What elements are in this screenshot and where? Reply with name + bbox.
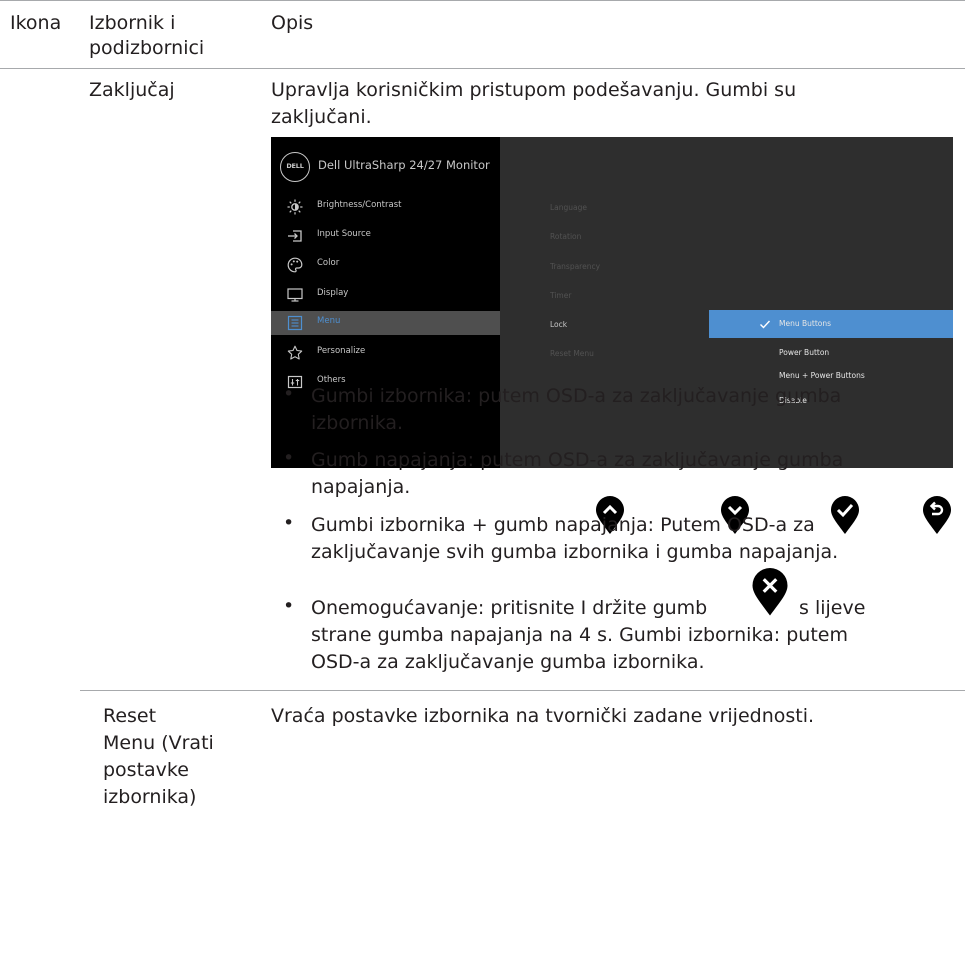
osd-item-personalize[interactable]: Personalize [271, 341, 500, 365]
osd-option-label: Menu + Power Buttons [779, 371, 865, 380]
row-reset-menu-line2: Menu (Vrati [103, 732, 214, 754]
row-rule [80, 690, 965, 691]
osd-item-display[interactable]: Display [271, 283, 500, 307]
header-rule [0, 68, 965, 69]
osd-title: Dell UltraSharp 24/27 Monitor [318, 158, 490, 172]
osd-item-color[interactable]: Color [271, 253, 500, 277]
bullet-menu-buttons-line2: izbornika. [311, 412, 404, 434]
bullet-menu-power-line1: Gumbi izbornika + gumb napajanja: Putem … [311, 514, 815, 536]
osd-item-input-source[interactable]: Input Source [271, 224, 500, 248]
top-rule [0, 0, 965, 1]
row-lock-desc-line1: Upravlja korisničkim pristupom podešavan… [271, 79, 797, 101]
osd-sub-lock[interactable]: Lock [550, 320, 567, 329]
osd-option-menu-buttons[interactable]: Menu Buttons [709, 310, 953, 338]
back-icon [923, 496, 951, 534]
osd-item-label: Brightness/Contrast [317, 200, 402, 210]
osd-item-label: Input Source [317, 229, 371, 239]
check-icon [831, 496, 859, 534]
bullet-disable-line1-post: s lijeve [799, 597, 866, 619]
row-lock-menu: Zaključaj [89, 79, 175, 101]
bullet-dot: • [283, 595, 295, 617]
osd-item-label: Personalize [317, 346, 366, 356]
row-reset-menu-line3: postavke [103, 759, 189, 781]
bullet-power-button-line1: Gumb napajanja: putem OSD-a za zaključav… [311, 449, 844, 471]
osd-sub-transparency[interactable]: Transparency [550, 262, 600, 271]
osd-item-menu[interactable]: Menu [271, 311, 500, 335]
bullet-power-button-line2: napajanja. [311, 476, 411, 498]
row-reset-menu-line1: Reset [103, 705, 157, 727]
input-source-icon [288, 230, 302, 242]
osd-sub-rotation[interactable]: Rotation [550, 232, 581, 241]
bullet-menu-power-line2: zaključavanje svih gumba izbornika i gum… [311, 541, 839, 563]
bullet-dot: • [283, 383, 295, 405]
row-reset-menu-line4: izbornika) [103, 786, 197, 808]
star-icon [287, 345, 303, 360]
osd-item-label: Color [317, 258, 340, 268]
bullet-disable-line3: OSD-a za zaključavanje gumba izbornika. [311, 651, 705, 673]
row-lock-desc-line2: zaključani. [271, 106, 372, 128]
bullet-disable-line2: strane gumba napajanja na 4 s. Gumbi izb… [311, 624, 848, 646]
osd-item-label: Menu [317, 316, 341, 326]
osd-sub-reset-menu[interactable]: Reset Menu [550, 349, 594, 358]
menu-icon [287, 315, 303, 331]
header-menu-line2: podizbornici [89, 37, 205, 59]
bullet-dot: • [283, 447, 295, 469]
osd-option-label: Power Button [779, 348, 830, 357]
header-description: Opis [271, 12, 314, 34]
osd-item-brightness[interactable]: Brightness/Contrast [271, 195, 500, 219]
brightness-icon [287, 199, 303, 215]
bullet-disable-line1-pre: Onemogućavanje: pritisnite I držite gumb [311, 597, 708, 619]
display-icon [287, 288, 303, 302]
osd-option-label: Menu Buttons [779, 319, 832, 328]
header-menu-line1: Izbornik i [89, 12, 176, 34]
bullet-dot: • [283, 512, 295, 534]
row-reset-desc: Vraća postavke izbornika na tvornički za… [271, 705, 815, 727]
osd-sub-language[interactable]: Language [550, 203, 587, 212]
color-palette-icon [287, 257, 303, 273]
osd-sub-timer[interactable]: Timer [550, 291, 571, 300]
osd-right-panel [500, 137, 953, 468]
bullet-menu-buttons-line1: Gumbi izbornika: putem OSD-a za zaključa… [311, 385, 842, 407]
header-icon: Ikona [10, 12, 62, 34]
checkmark-icon [760, 320, 771, 329]
osd-item-label: Display [317, 288, 349, 298]
dell-logo: DELL [280, 152, 310, 182]
close-button-icon [752, 568, 788, 616]
